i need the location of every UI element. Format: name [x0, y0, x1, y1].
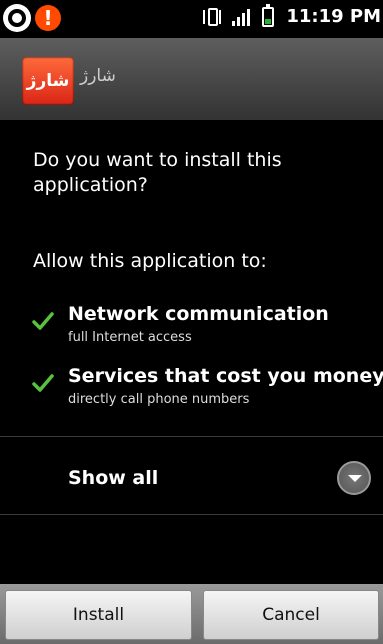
expand-icon[interactable]	[337, 461, 371, 495]
battery-icon	[262, 3, 275, 27]
viber-icon	[3, 4, 31, 32]
permission-title: Network communication	[68, 303, 329, 325]
app-icon: شارژ	[22, 57, 74, 105]
install-question: Do you want to install this application?	[33, 149, 282, 196]
permission-subtitle: directly call phone numbers	[68, 392, 250, 407]
status-clock: 11:19 PM	[286, 6, 381, 27]
permission-subtitle: full Internet access	[68, 330, 192, 345]
install-button[interactable]: Install	[5, 590, 192, 640]
show-all-row[interactable]: Show all	[0, 437, 383, 514]
check-icon	[32, 374, 54, 392]
cancel-button[interactable]: Cancel	[203, 590, 379, 640]
divider	[0, 514, 383, 515]
status-bar: ! 11:19 PM	[0, 0, 383, 38]
permission-title: Services that cost you money	[68, 365, 383, 387]
check-icon	[32, 312, 54, 330]
notification-icons: !	[3, 4, 61, 32]
vibrate-icon	[202, 7, 224, 27]
app-name: شارژ	[80, 66, 116, 86]
allow-heading: Allow this application to:	[33, 250, 267, 272]
system-icons: 11:19 PM	[202, 3, 381, 27]
alert-icon: !	[35, 5, 61, 31]
show-all-label: Show all	[68, 467, 159, 489]
signal-icon	[232, 8, 251, 26]
